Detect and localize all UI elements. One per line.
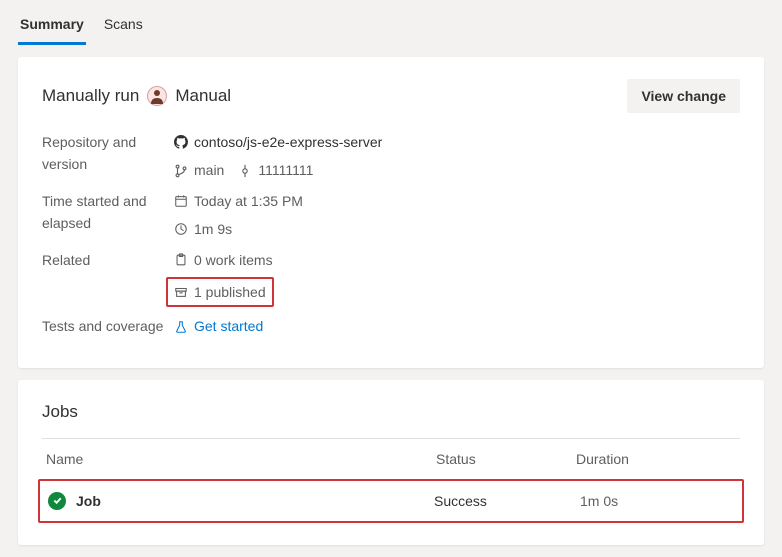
summary-card: Manually run Manual View change Reposito…	[18, 57, 764, 368]
branch-name: main	[194, 159, 224, 181]
label-time: Time started and elapsed	[42, 190, 174, 241]
avatar	[147, 86, 167, 106]
job-name: Job	[76, 493, 101, 509]
clock-icon	[174, 222, 188, 236]
col-duration: Duration	[576, 451, 736, 467]
table-row[interactable]: Job Success 1m 0s	[40, 481, 742, 521]
beaker-icon	[174, 320, 188, 334]
job-row-highlight: Job Success 1m 0s	[38, 479, 744, 523]
elapsed-time: 1m 9s	[194, 218, 232, 240]
jobs-card: Jobs Name Status Duration Job Success 1m…	[18, 380, 764, 545]
repo-name: contoso/js-e2e-express-server	[194, 131, 382, 153]
run-suffix: Manual	[175, 86, 231, 106]
job-status: Success	[434, 493, 574, 509]
label-repo: Repository and version	[42, 131, 174, 182]
work-items-count: 0 work items	[194, 249, 273, 271]
label-tests: Tests and coverage	[42, 315, 174, 337]
artifact-icon	[174, 285, 188, 299]
label-related: Related	[42, 249, 174, 308]
job-duration: 1m 0s	[580, 493, 618, 509]
get-started-link[interactable]: Get started	[194, 315, 263, 337]
github-icon	[174, 135, 188, 149]
tabs: Summary Scans	[0, 0, 782, 45]
tab-scans[interactable]: Scans	[102, 8, 145, 45]
start-time: Today at 1:35 PM	[194, 190, 303, 212]
jobs-title: Jobs	[42, 402, 740, 422]
published-link[interactable]: 1 published	[194, 281, 266, 303]
published-highlight: 1 published	[166, 277, 274, 307]
jobs-table-header: Name Status Duration	[42, 438, 740, 479]
run-prefix: Manually run	[42, 86, 139, 106]
clipboard-icon	[174, 253, 188, 267]
calendar-icon	[174, 194, 188, 208]
tab-summary[interactable]: Summary	[18, 8, 86, 45]
success-icon	[48, 492, 66, 510]
view-change-button[interactable]: View change	[627, 79, 740, 113]
commit-hash: 11111111	[258, 159, 313, 181]
col-status: Status	[436, 451, 576, 467]
commit-icon	[238, 164, 252, 178]
branch-icon	[174, 164, 188, 178]
col-name: Name	[46, 451, 436, 467]
page-title: Manually run Manual	[42, 86, 231, 106]
